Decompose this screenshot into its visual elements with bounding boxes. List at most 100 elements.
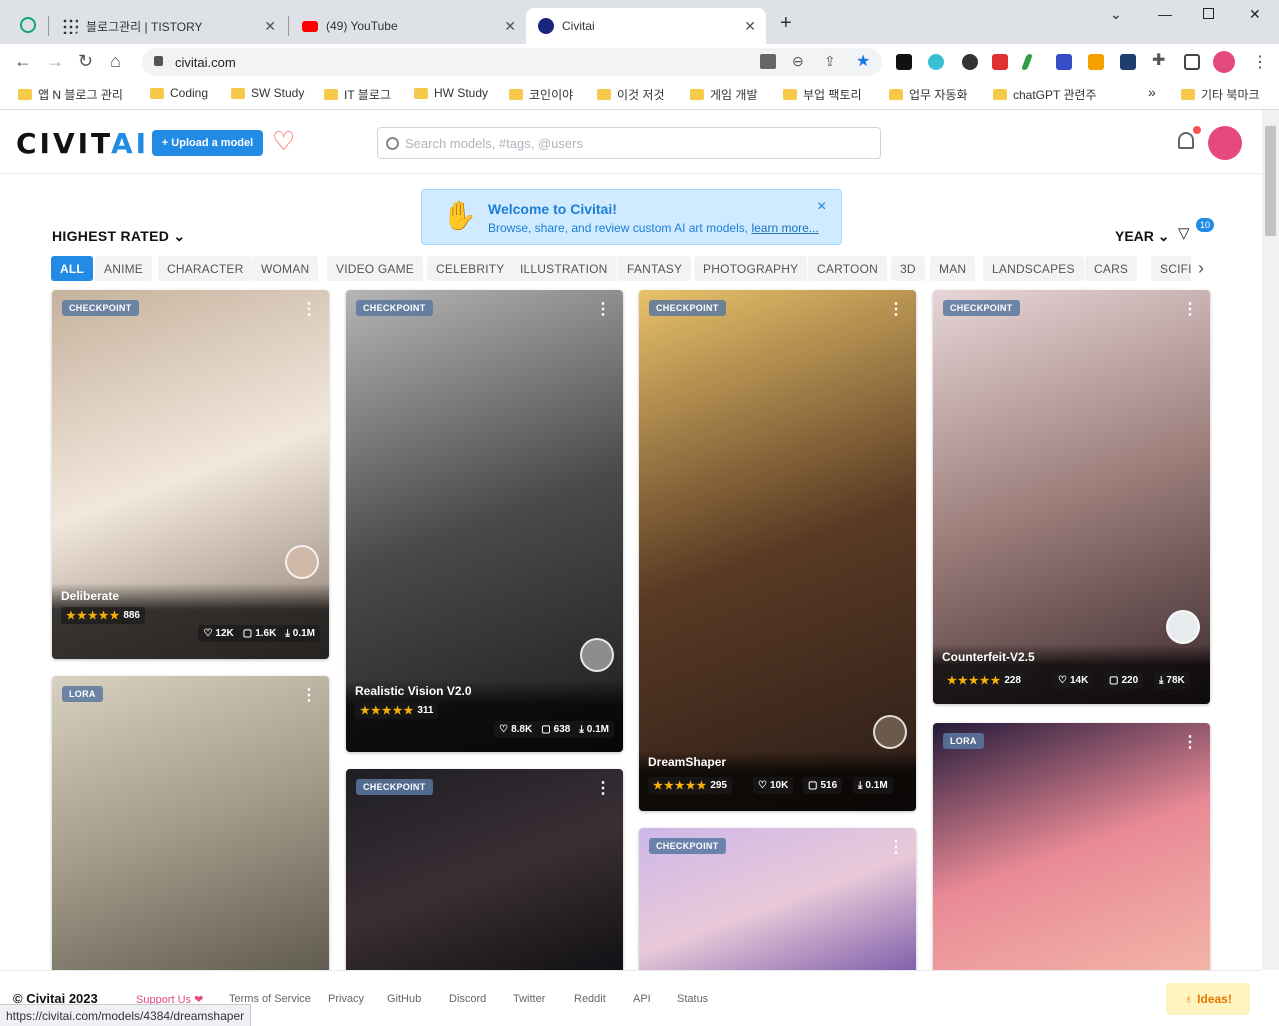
bookmark-folder[interactable]: 업무 자동화 (889, 86, 968, 103)
model-card-witch[interactable]: CHECKPOINT ⋮ (639, 828, 916, 978)
chip-all[interactable]: ALL (51, 256, 93, 281)
more-menu-icon[interactable]: ⋮ (1252, 52, 1268, 72)
card-menu-icon[interactable]: ⋮ (595, 781, 611, 797)
chip-video-game[interactable]: VIDEO GAME (327, 256, 424, 281)
scrollbar-thumb[interactable] (1265, 126, 1276, 236)
footer-link-status[interactable]: Status (677, 993, 708, 1005)
model-card-counterfeit[interactable]: CHECKPOINT ⋮ Counterfeit-V2.5 ★★★★★ 228 ♡… (933, 290, 1210, 704)
footer-link-github[interactable]: GitHub (387, 993, 421, 1005)
bookmark-folder[interactable]: 앱 N 블로그 관리 (18, 86, 123, 103)
chip-photography[interactable]: PHOTOGRAPHY (694, 256, 808, 281)
close-icon[interactable]: ✕ (744, 18, 756, 35)
model-card-lora-ink[interactable]: LORA ⋮ (52, 676, 329, 976)
back-icon[interactable]: ← (14, 52, 32, 70)
extension-icon[interactable] (1021, 54, 1033, 70)
tab-search-icon[interactable]: ⌄ (1110, 6, 1122, 23)
card-menu-icon[interactable]: ⋮ (301, 302, 317, 318)
bookmark-folder[interactable]: SW Study (231, 86, 304, 100)
period-dropdown[interactable]: YEAR ⌄ (1115, 228, 1170, 245)
extension-icon[interactable] (928, 54, 944, 70)
close-icon[interactable]: ✕ (264, 18, 276, 35)
bookmark-folder[interactable]: 부업 팩토리 (783, 86, 862, 103)
user-avatar[interactable] (1208, 126, 1242, 160)
extension-icon[interactable] (992, 54, 1008, 70)
search-input[interactable] (405, 135, 845, 151)
bookmark-folder[interactable]: 게임 개발 (690, 86, 758, 103)
forward-icon[interactable]: → (46, 52, 64, 70)
profile-avatar[interactable] (1213, 51, 1235, 73)
footer-link-api[interactable]: API (633, 993, 651, 1005)
chip-anime[interactable]: ANIME (95, 256, 153, 281)
chip-cars[interactable]: CARS (1085, 256, 1138, 281)
bookmarks-overflow[interactable]: » (1148, 84, 1156, 100)
new-tab-button[interactable]: + (780, 12, 792, 35)
chip-fantasy[interactable]: FANTASY (618, 256, 692, 281)
zoom-icon[interactable]: ⊖ (792, 53, 804, 70)
footer-link-discord[interactable]: Discord (449, 993, 486, 1005)
bookmark-folder[interactable]: Coding (150, 86, 208, 100)
reload-icon[interactable]: ↻ (78, 52, 93, 70)
model-card-realistic-vision[interactable]: CHECKPOINT ⋮ Realistic Vision V2.0 ★★★★★… (346, 290, 623, 752)
bell-icon[interactable] (1178, 132, 1194, 149)
model-card-deliberate[interactable]: CHECKPOINT ⋮ Deliberate ★★★★★ 886 ♡ 12K ▢ 1… (52, 290, 329, 659)
extension-icon[interactable] (1088, 54, 1104, 70)
close-window-icon[interactable]: ✕ (1249, 6, 1261, 23)
chip-illustration[interactable]: ILLUSTRATION (511, 256, 617, 281)
bookmark-folder[interactable]: chatGPT 관련주 (993, 86, 1097, 103)
chip-woman[interactable]: WOMAN (252, 256, 319, 281)
share-icon[interactable]: ⇪ (824, 53, 836, 70)
side-panel-icon[interactable] (1184, 54, 1200, 70)
translate-icon[interactable] (760, 54, 776, 69)
upload-model-button[interactable]: + Upload a model (152, 130, 263, 156)
footer-link-twitter[interactable]: Twitter (513, 993, 545, 1005)
close-icon[interactable]: × (817, 198, 826, 216)
heart-icon[interactable]: ♡ (272, 128, 295, 154)
model-card-dreamshaper[interactable]: CHECKPOINT ⋮ DreamShaper ★★★★★ 295 ♡ 10K ▢… (639, 290, 916, 811)
card-menu-icon[interactable]: ⋮ (1182, 302, 1198, 318)
other-bookmarks[interactable]: 기타 북마크 (1181, 86, 1260, 103)
civitai-logo[interactable]: CIVITAI (16, 130, 149, 158)
tab-civitai[interactable]: Civitai ✕ (526, 8, 766, 44)
page-scrollbar[interactable] (1262, 110, 1279, 970)
chip-celebrity[interactable]: CELEBRITY (427, 256, 514, 281)
model-card-lora-pink[interactable]: LORA ⋮ (933, 723, 1210, 978)
card-menu-icon[interactable]: ⋮ (595, 302, 611, 318)
star-icon[interactable]: ★ (856, 51, 870, 71)
card-menu-icon[interactable]: ⋮ (888, 302, 904, 318)
address-bar[interactable]: civitai.com ⊖ ⇪ ★ (142, 48, 882, 76)
card-menu-icon[interactable]: ⋮ (1182, 735, 1198, 751)
chip-landscapes[interactable]: LANDSCAPES (983, 256, 1084, 281)
home-icon[interactable]: ⌂ (110, 52, 121, 70)
maximize-icon[interactable] (1203, 8, 1214, 19)
sort-dropdown[interactable]: HIGHEST RATED ⌄ (52, 228, 185, 245)
creator-avatar[interactable] (873, 715, 907, 749)
chip-3d[interactable]: 3D (891, 256, 925, 281)
card-menu-icon[interactable]: ⋮ (888, 840, 904, 856)
model-card-dark-anime[interactable]: CHECKPOINT ⋮ (346, 769, 623, 979)
chips-scroll-right-icon[interactable]: › (1191, 256, 1211, 281)
extension-icon[interactable] (1120, 54, 1136, 70)
bookmark-folder[interactable]: 코인이야 (509, 86, 573, 103)
card-menu-icon[interactable]: ⋮ (301, 688, 317, 704)
footer-link-reddit[interactable]: Reddit (574, 993, 606, 1005)
tab-youtube[interactable]: (49) YouTube ✕ (290, 8, 526, 44)
chip-cartoon[interactable]: CARTOON (808, 256, 887, 281)
bookmark-folder[interactable]: 이것 저것 (597, 86, 665, 103)
extension-icon[interactable] (896, 54, 912, 70)
extension-icon[interactable] (1056, 54, 1072, 70)
close-icon[interactable]: ✕ (504, 18, 516, 35)
ideas-button[interactable]: ♁ Ideas! (1166, 983, 1250, 1015)
creator-avatar[interactable] (1166, 610, 1200, 644)
creator-avatar[interactable] (580, 638, 614, 672)
filter-button[interactable]: ▽ 10 (1178, 218, 1215, 244)
chip-character[interactable]: CHARACTER (158, 256, 253, 281)
creator-avatar[interactable] (285, 545, 319, 579)
learn-more-link[interactable]: learn more... (751, 221, 818, 235)
footer-link-privacy[interactable]: Privacy (328, 993, 364, 1005)
puzzle-icon[interactable]: ✚ (1152, 50, 1165, 70)
extension-icon[interactable] (962, 54, 978, 70)
bookmark-folder[interactable]: IT 블로그 (324, 86, 391, 103)
bookmark-folder[interactable]: HW Study (414, 86, 488, 100)
chip-man[interactable]: MAN (930, 256, 976, 281)
tab-tistory[interactable]: 블로그관리 | TISTORY ✕ (50, 8, 286, 44)
